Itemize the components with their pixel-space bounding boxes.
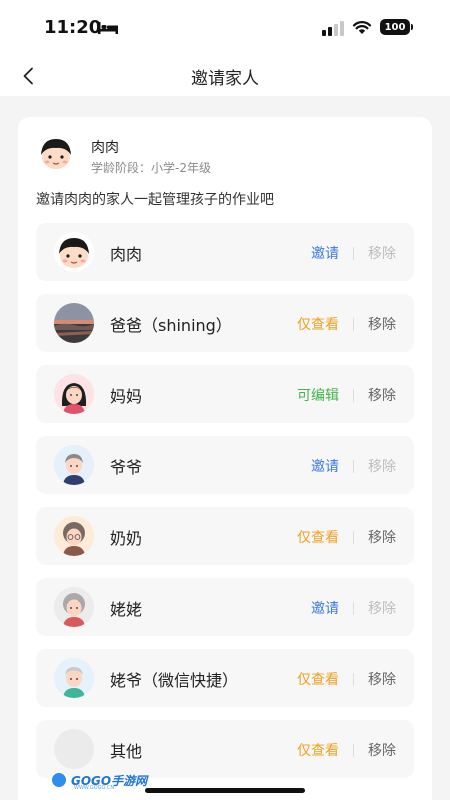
remove-button[interactable]: 移除	[368, 314, 396, 334]
member-name: 爷爷	[110, 458, 143, 477]
watermark-url: WWW.GOGO.CN	[74, 785, 115, 791]
battery-level: 100	[384, 21, 406, 33]
member-name: 姥爷（微信快捷）	[110, 671, 239, 690]
invite-button[interactable]: 邀请	[311, 243, 339, 263]
divider	[353, 246, 354, 260]
home-indicator	[145, 788, 305, 793]
divider	[353, 459, 354, 473]
member-name: 其他	[110, 742, 143, 761]
nav-bar: 邀请家人	[0, 56, 450, 96]
sleep-mode-icon	[98, 22, 118, 34]
member-avatar	[54, 516, 94, 556]
member-actions: 可编辑 移除	[297, 385, 396, 405]
remove-button[interactable]: 移除	[368, 669, 396, 689]
member-row[interactable]: 姥姥 邀请 移除	[36, 578, 414, 636]
boy-avatar-icon	[36, 133, 76, 173]
member-row[interactable]: 姥爷（微信快捷） 仅查看 移除	[36, 649, 414, 707]
divider	[353, 672, 354, 686]
view-only-button[interactable]: 仅查看	[297, 669, 339, 689]
member-avatar-placeholder	[54, 729, 94, 769]
maternal-grandmother-avatar-icon	[54, 587, 94, 627]
battery-indicator: 100	[380, 19, 410, 35]
cellular-signal-icon	[322, 21, 344, 36]
member-name: 妈妈	[110, 387, 143, 406]
mother-avatar-icon	[54, 374, 94, 414]
member-actions: 仅查看 移除	[297, 527, 396, 547]
member-row[interactable]: 妈妈 可编辑 移除	[36, 365, 414, 423]
member-name: 姥姥	[110, 600, 143, 619]
remove-button[interactable]: 移除	[368, 740, 396, 760]
divider	[353, 317, 354, 331]
remove-button[interactable]: 移除	[368, 598, 396, 618]
member-actions: 邀请 移除	[311, 456, 396, 476]
status-time: 11:20	[44, 17, 102, 38]
remove-button[interactable]: 移除	[368, 527, 396, 547]
member-name: 肉肉	[110, 245, 143, 264]
child-avatar	[36, 133, 76, 173]
member-avatar	[54, 374, 94, 414]
member-name: 爸爸（shining）	[110, 316, 232, 335]
maternal-grandfather-avatar-icon	[54, 658, 94, 698]
member-avatar	[54, 232, 94, 272]
invite-card: 肉肉 学龄阶段：小学-2年级 邀请肉肉的家人一起管理孩子的作业吧 肉肉 邀请 移…	[18, 117, 432, 800]
member-row[interactable]: 爸爸（shining） 仅查看 移除	[36, 294, 414, 352]
view-only-button[interactable]: 仅查看	[297, 314, 339, 334]
member-avatar	[54, 587, 94, 627]
divider	[353, 601, 354, 615]
child-name: 肉肉	[91, 140, 119, 156]
member-avatar	[54, 303, 94, 343]
member-actions: 仅查看 移除	[297, 669, 396, 689]
member-avatar	[54, 658, 94, 698]
boy-avatar-icon	[54, 232, 94, 272]
page-title: 邀请家人	[191, 69, 259, 89]
view-only-button[interactable]: 仅查看	[297, 740, 339, 760]
member-actions: 仅查看 移除	[297, 740, 396, 760]
invite-tip: 邀请肉肉的家人一起管理孩子的作业吧	[36, 192, 274, 208]
member-row[interactable]: 爷爷 邀请 移除	[36, 436, 414, 494]
divider	[353, 388, 354, 402]
remove-button[interactable]: 移除	[368, 243, 396, 263]
remove-button[interactable]: 移除	[368, 456, 396, 476]
view-only-button[interactable]: 仅查看	[297, 527, 339, 547]
watermark-logo: GOGO手游网 WWW.GOGO.CN	[50, 768, 147, 792]
member-actions: 邀请 移除	[311, 243, 396, 263]
editable-button[interactable]: 可编辑	[297, 385, 339, 405]
family-member-list: 肉肉 邀请 移除 爸爸（shining） 仅查看 移除 妈妈 可编辑 移除 爷爷…	[36, 223, 414, 791]
divider	[353, 743, 354, 757]
child-stage: 学龄阶段：小学-2年级	[91, 161, 211, 175]
member-actions: 仅查看 移除	[297, 314, 396, 334]
status-bar: 11:20 100	[0, 0, 450, 56]
wifi-icon	[352, 21, 372, 34]
divider	[353, 530, 354, 544]
invite-button[interactable]: 邀请	[311, 456, 339, 476]
member-row[interactable]: 奶奶 仅查看 移除	[36, 507, 414, 565]
remove-button[interactable]: 移除	[368, 385, 396, 405]
member-avatar	[54, 445, 94, 485]
watermark-logo-icon	[50, 771, 68, 789]
grandfather-avatar-icon	[54, 445, 94, 485]
member-name: 奶奶	[110, 529, 143, 548]
grandmother-avatar-icon	[54, 516, 94, 556]
landscape-photo-avatar-icon	[54, 303, 94, 343]
member-row[interactable]: 肉肉 邀请 移除	[36, 223, 414, 281]
member-actions: 邀请 移除	[311, 598, 396, 618]
invite-button[interactable]: 邀请	[311, 598, 339, 618]
battery-cap	[411, 24, 413, 30]
